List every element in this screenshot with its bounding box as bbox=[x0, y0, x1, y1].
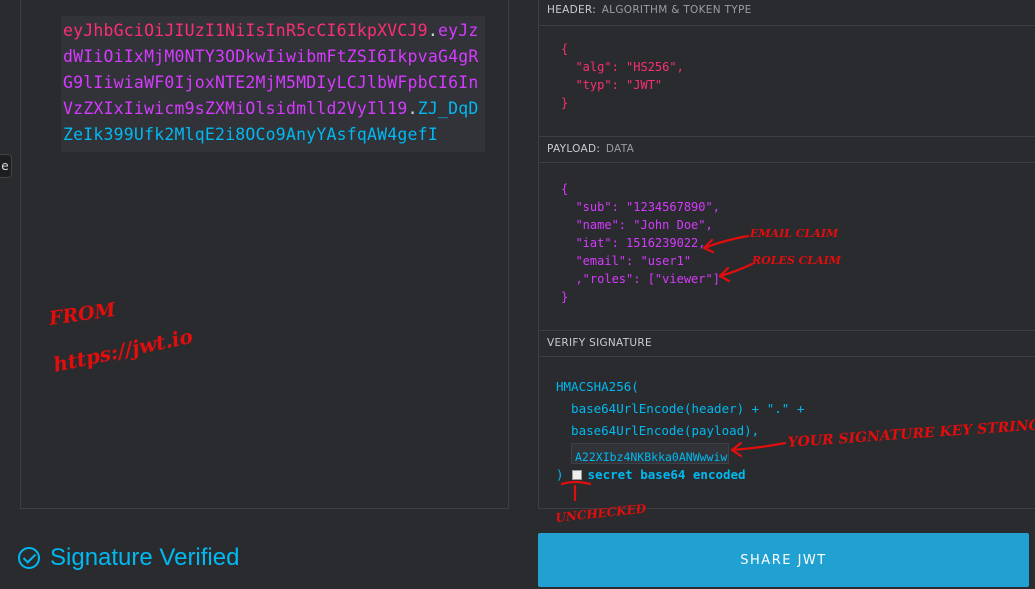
header-section: HEADER: ALGORITHM & TOKEN TYPE { "alg": … bbox=[539, 0, 1035, 137]
secret-input[interactable]: A22XIbz4NKBkka0ANWwwiw bbox=[571, 443, 729, 464]
section-label: HEADER: bbox=[547, 4, 597, 16]
json-line: "alg": "HS256", bbox=[561, 60, 684, 74]
section-label: PAYLOAD: bbox=[547, 143, 601, 155]
header-section-title: HEADER: ALGORITHM & TOKEN TYPE bbox=[539, 0, 1035, 26]
token-dot: . bbox=[427, 21, 438, 40]
json-line: "email": "user1" bbox=[561, 254, 692, 268]
decoded-panel: HEADER: ALGORITHM & TOKEN TYPE { "alg": … bbox=[538, 0, 1035, 509]
close-paren: ) bbox=[556, 467, 564, 482]
base64-checkbox[interactable] bbox=[571, 470, 582, 480]
json-line: "typ": "JWT" bbox=[561, 78, 663, 92]
verify-line: base64UrlEncode(header) + "." + bbox=[556, 401, 805, 416]
json-line: "sub": "1234567890", bbox=[561, 200, 720, 214]
section-sub: ALGORITHM & TOKEN TYPE bbox=[601, 4, 752, 16]
json-line: { bbox=[561, 182, 569, 196]
header-json[interactable]: { "alg": "HS256", "typ": "JWT" } bbox=[561, 40, 684, 112]
token-dot: . bbox=[407, 99, 418, 118]
json-line: } bbox=[561, 96, 569, 110]
check-circle-icon bbox=[18, 547, 40, 569]
verify-line: ) secret base64 encoded bbox=[556, 464, 804, 486]
signature-status: Signature Verified bbox=[18, 544, 239, 572]
json-line: "iat": 1516239022, bbox=[561, 236, 706, 250]
encoded-token-input[interactable]: eyJhbGciOiJIUzI1NiIsInR5cCI6IkpXVCJ9.eyJ… bbox=[61, 16, 485, 152]
token-header-part: eyJhbGciOiJIUzI1NiIsInR5cCI6IkpXVCJ9 bbox=[63, 21, 428, 40]
verify-line: A22XIbz4NKBkka0ANWwwiw bbox=[556, 442, 804, 464]
json-line: "name": "John Doe", bbox=[561, 218, 713, 232]
encoded-panel: eyJhbGciOiJIUzI1NiIsInR5cCI6IkpXVCJ9.eyJ… bbox=[20, 0, 509, 509]
payload-section: PAYLOAD: DATA { "sub": "1234567890", "na… bbox=[539, 137, 1035, 331]
base64-checkbox-label[interactable]: secret base64 encoded bbox=[588, 467, 746, 482]
verify-section: VERIFY SIGNATURE HMACSHA256( base64UrlEn… bbox=[539, 331, 1035, 509]
payload-json[interactable]: { "sub": "1234567890", "name": "John Doe… bbox=[561, 180, 720, 306]
verify-code: HMACSHA256( base64UrlEncode(header) + ".… bbox=[556, 376, 804, 486]
json-line: } bbox=[561, 290, 569, 304]
verify-line: base64UrlEncode(payload), bbox=[556, 423, 760, 438]
side-tab[interactable]: e bbox=[0, 154, 12, 178]
signature-status-text: Signature Verified bbox=[50, 544, 240, 571]
payload-section-title: PAYLOAD: DATA bbox=[539, 137, 1035, 163]
verify-line: HMACSHA256( bbox=[556, 379, 639, 394]
share-jwt-button[interactable]: SHARE JWT bbox=[538, 533, 1029, 587]
json-line: { bbox=[561, 42, 569, 56]
verify-section-title: VERIFY SIGNATURE bbox=[539, 331, 1035, 357]
json-line: ,"roles": ["viewer"] bbox=[561, 272, 720, 286]
section-sub: DATA bbox=[605, 143, 635, 155]
